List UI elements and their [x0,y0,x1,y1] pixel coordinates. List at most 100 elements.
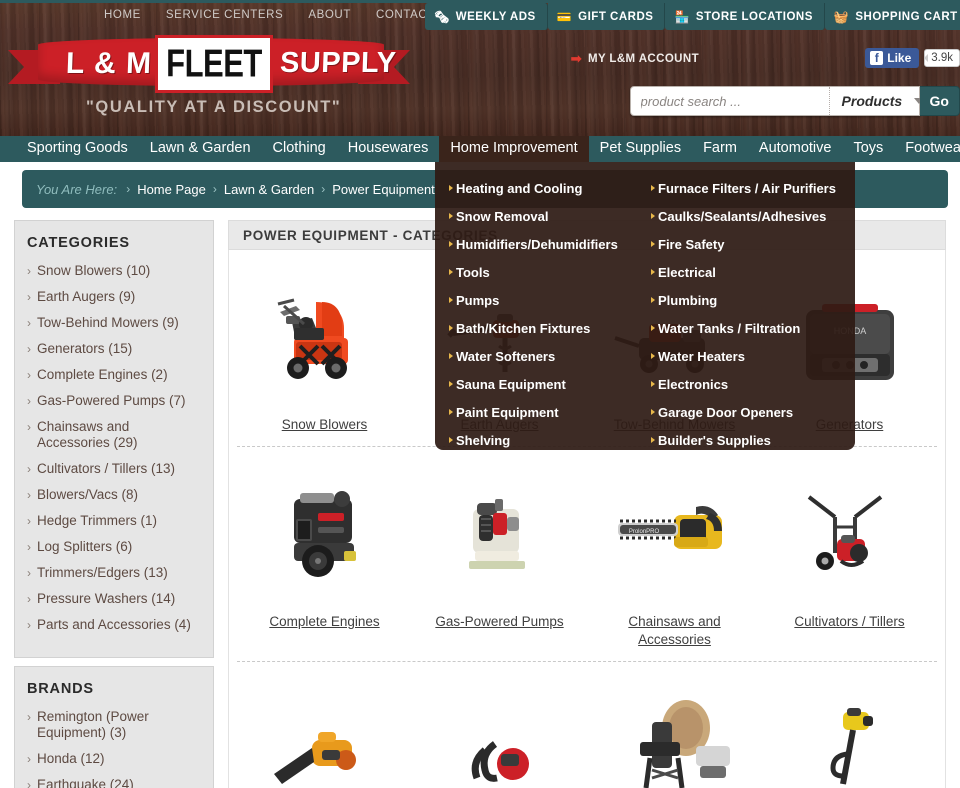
dropdown-item-electronics[interactable]: Electronics [651,370,855,398]
triangle-right-icon [449,409,453,415]
sidebar-item-gas-powered-pumps[interactable]: › Gas-Powered Pumps (7) [27,393,199,409]
nav-item-footwear[interactable]: Footwear [894,136,960,162]
nav-item-pet-supplies[interactable]: Pet Supplies [589,136,692,162]
nav-item-sporting-goods[interactable]: Sporting Goods [16,136,139,162]
dropdown-item-plumbing[interactable]: Plumbing [651,286,855,314]
sidebar-item-remington[interactable]: › Remington (Power Equipment) (3) [27,709,199,741]
dropdown-item-shelving[interactable]: Shelving [449,426,645,454]
category-name: Gas-Powered Pumps [430,613,570,631]
dropdown-item-water-heaters[interactable]: Water Heaters [651,342,855,370]
shopping-cart-button[interactable]: 🧺 SHOPPING CART [824,3,960,30]
store-locations-button[interactable]: 🏪 STORE LOCATIONS [665,3,825,30]
dropdown-item-water-tanks-filtration[interactable]: Water Tanks / Filtration [651,314,855,342]
arrow-right-icon: ➡ [570,51,582,66]
logo-ribbon: L & M FLEET SUPPLY [8,36,410,90]
nav-item-automotive[interactable]: Automotive [748,136,843,162]
sidebar-item-parts-and-accessories[interactable]: › Parts and Accessories (4) [27,617,199,633]
logo-tagline: "QUALITY AT A DISCOUNT" [86,98,342,116]
top-link-home[interactable]: HOME [104,9,141,21]
tiller-image [762,463,937,603]
store-icon: 🏪 [674,9,690,24]
dropdown-item-pumps[interactable]: Pumps [449,286,645,314]
breadcrumb-item-home-page[interactable]: Home Page [137,182,206,197]
category-card-gas-powered-pumps[interactable]: Gas-Powered Pumps [412,463,587,649]
site-logo[interactable]: L & M FLEET SUPPLY "QUALITY AT A DISCOUN… [0,32,420,132]
sidebar-item-log-splitters[interactable]: › Log Splitters (6) [27,539,199,555]
dropdown-item-fire-safety[interactable]: Fire Safety [651,230,855,258]
chevron-right-icon: › [27,394,31,408]
sidebar-item-trimmers-edgers[interactable]: › Trimmers/Edgers (13) [27,565,199,581]
sidebar-label: Hedge Trimmers (1) [37,513,158,528]
breadcrumb-separator: › [126,182,131,196]
sidebar-item-pressure-washers[interactable]: › Pressure Washers (14) [27,591,199,607]
category-card-blowers-vacs[interactable]: Blowers/Vacs [237,678,412,788]
category-card-chainsaws[interactable]: ProlonPRO Chainsaws and Accessories [587,463,762,649]
top-link-service-centers[interactable]: SERVICE CENTERS [166,9,283,21]
chevron-right-icon: › [27,540,31,554]
sidebar-item-honda[interactable]: › Honda (12) [27,751,199,767]
search-scope-select[interactable]: Products [828,87,934,115]
category-card-log-splitters[interactable]: Log Splitters [587,678,762,788]
dropdown-item-electrical[interactable]: Electrical [651,258,855,286]
sidebar-item-blowers-vacs[interactable]: › Blowers/Vacs (8) [27,487,199,503]
nav-item-farm[interactable]: Farm [692,136,748,162]
sidebar-item-cultivators-tillers[interactable]: › Cultivators / Tillers (13) [27,461,199,477]
top-link-about[interactable]: ABOUT [308,9,351,21]
breadcrumb-item-power-equipment[interactable]: Power Equipment [332,182,435,197]
triangle-right-icon [651,409,655,415]
dropdown-item-snow-removal[interactable]: Snow Removal [449,202,645,230]
category-link[interactable]: Complete Engines [269,614,379,629]
facebook-like-button[interactable]: f Like [865,48,920,68]
search-go-button[interactable]: Go [919,86,960,116]
sidebar-item-generators[interactable]: › Generators (15) [27,341,199,357]
dropdown-item-humidifiers-dehumidifiers[interactable]: Humidifiers/Dehumidifiers [449,230,645,258]
category-row: Complete Engines Gas-Powered Pumps Prolo… [237,447,937,662]
dropdown-item-tools[interactable]: Tools [449,258,645,286]
sidebar-label: Parts and Accessories (4) [37,617,191,632]
dropdown-label: Heating and Cooling [456,180,583,196]
breadcrumb-item-lawn-garden[interactable]: Lawn & Garden [224,182,314,197]
chevron-right-icon: › [27,566,31,580]
nav-item-toys[interactable]: Toys [842,136,894,162]
search-input[interactable] [630,87,829,115]
my-account-link[interactable]: ➡ MY L&M ACCOUNT [571,51,699,67]
sidebar-label: Pressure Washers (14) [37,591,176,606]
dropdown-item-water-softeners[interactable]: Water Softeners [449,342,645,370]
sidebar-item-earthquake[interactable]: › Earthquake (24) [27,777,199,788]
sidebar-item-tow-behind-mowers[interactable]: › Tow-Behind Mowers (9) [27,315,199,331]
nav-item-housewares[interactable]: Housewares [337,136,440,162]
sidebar-label: Cultivators / Tillers (13) [37,461,176,476]
sidebar-item-complete-engines[interactable]: › Complete Engines (2) [27,367,199,383]
nav-item-lawn-garden[interactable]: Lawn & Garden [139,136,262,162]
dropdown-item-caulks-sealants-adhesives[interactable]: Caulks/Sealants/Adhesives [651,202,855,230]
category-card-cultivators-tillers[interactable]: Cultivators / Tillers [762,463,937,649]
category-link[interactable]: Chainsaws and Accessories [628,614,720,647]
gift-cards-button[interactable]: 💳 GIFT CARDS [547,3,666,30]
sidebar-item-snow-blowers[interactable]: › Snow Blowers (10) [27,263,199,279]
category-link[interactable]: Cultivators / Tillers [794,614,904,629]
dropdown-item-builders-supplies[interactable]: Builder's Supplies [651,426,855,454]
category-card-hedge-trimmers[interactable]: Hedge Trimmers [412,678,587,788]
sidebar-item-earth-augers[interactable]: › Earth Augers (9) [27,289,199,305]
dropdown-label: Plumbing [658,292,718,308]
weekly-ads-button[interactable]: 🗞 WEEKLY ADS [425,3,548,30]
nav-item-clothing[interactable]: Clothing [262,136,337,162]
dropdown-item-garage-door-openers[interactable]: Garage Door Openers [651,398,855,426]
category-link[interactable]: Snow Blowers [282,417,368,432]
dropdown-item-paint-equipment[interactable]: Paint Equipment [449,398,645,426]
gift-card-icon: 💳 [556,9,573,24]
nav-item-home-improvement[interactable]: Home Improvement [439,136,589,162]
dropdown-item-bath-kitchen-fixtures[interactable]: Bath/Kitchen Fixtures [449,314,645,342]
dropdown-left-column: Heating and Cooling Snow Removal Humidif… [435,174,645,450]
svg-text:ProlonPRO: ProlonPRO [628,529,659,535]
dropdown-item-furnace-filters-air-purifiers[interactable]: Furnace Filters / Air Purifiers [651,174,855,202]
sidebar-item-chainsaws-and-accessories[interactable]: › Chainsaws and Accessories (29) [27,419,199,451]
dropdown-item-heating-and-cooling[interactable]: Heating and Cooling [449,174,645,202]
category-card-complete-engines[interactable]: Complete Engines [237,463,412,649]
dropdown-item-sauna-equipment[interactable]: Sauna Equipment [449,370,645,398]
category-link[interactable]: Gas-Powered Pumps [435,614,563,629]
category-card-snow-blowers[interactable]: Snow Blowers [237,266,412,434]
category-name: Complete Engines [255,613,395,631]
sidebar-item-hedge-trimmers[interactable]: › Hedge Trimmers (1) [27,513,199,529]
category-card-trimmers-edgers[interactable]: Trimmers/Edgers [762,678,937,788]
